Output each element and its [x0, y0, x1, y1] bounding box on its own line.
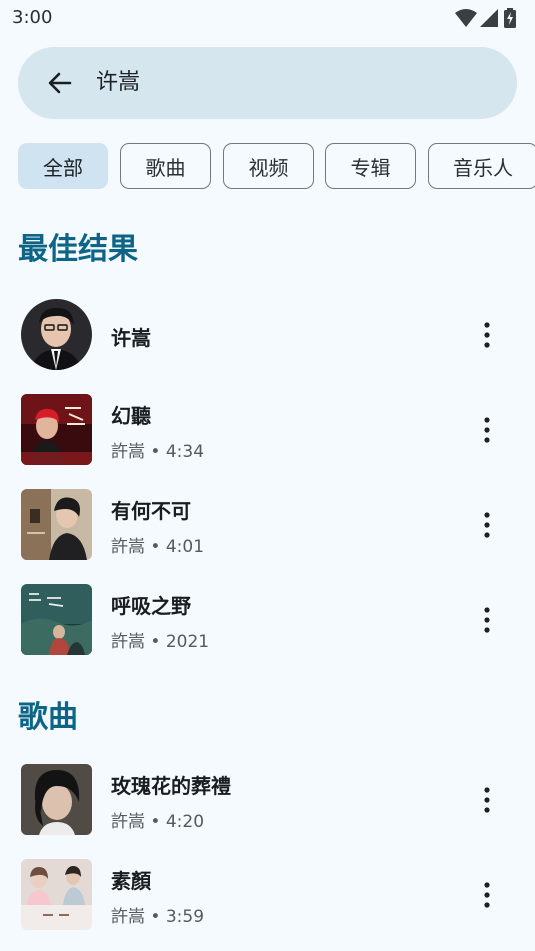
more-vertical-icon[interactable]	[482, 321, 492, 349]
status-time: 3:00	[12, 7, 53, 28]
more-vertical-icon[interactable]	[482, 881, 492, 909]
section-title-best: 最佳结果	[18, 232, 138, 267]
signal-icon	[480, 9, 498, 27]
album-art	[21, 394, 92, 465]
list-item-song[interactable]: 素顏 許嵩 • 3:59	[0, 857, 535, 933]
section-title-songs: 歌曲	[18, 700, 78, 735]
chip-songs[interactable]: 歌曲	[120, 143, 211, 189]
list-item-title: 许嵩	[111, 326, 151, 350]
list-item-title: 玫瑰花的葬禮	[111, 774, 231, 798]
list-item-title: 有何不可	[111, 499, 191, 523]
list-item-subtitle: 許嵩 • 3:59	[111, 907, 205, 927]
list-item-title: 呼吸之野	[111, 594, 191, 618]
list-item-song[interactable]: 玫瑰花的葬禮 許嵩 • 4:20	[0, 762, 535, 838]
list-item-artist[interactable]: 许嵩	[0, 297, 535, 373]
list-item-album[interactable]: 呼吸之野 許嵩 • 2021	[0, 582, 535, 658]
list-item-title: 素顏	[111, 869, 151, 893]
list-item-title: 幻聽	[111, 404, 151, 428]
list-item-subtitle: 許嵩 • 4:20	[111, 812, 205, 832]
more-vertical-icon[interactable]	[482, 786, 492, 814]
status-bar: 3:00	[0, 0, 535, 36]
filter-chips: 全部 歌曲 视频 专辑 音乐人	[18, 143, 535, 191]
arrow-left-icon[interactable]	[46, 69, 74, 97]
album-art	[21, 489, 92, 560]
list-item-song[interactable]: 幻聽 許嵩 • 4:34	[0, 392, 535, 468]
list-item-subtitle: 許嵩 • 4:34	[111, 442, 205, 462]
more-vertical-icon[interactable]	[482, 511, 492, 539]
album-art	[21, 859, 92, 930]
more-vertical-icon[interactable]	[482, 416, 492, 444]
search-bar[interactable]: 许嵩	[18, 47, 517, 119]
wifi-icon	[455, 9, 477, 27]
album-art	[21, 584, 92, 655]
more-vertical-icon[interactable]	[482, 606, 492, 634]
list-item-song[interactable]: 有何不可 許嵩 • 4:01	[0, 487, 535, 563]
chip-videos[interactable]: 视频	[223, 143, 314, 189]
list-item-subtitle: 許嵩 • 4:01	[111, 537, 205, 557]
chip-albums[interactable]: 专辑	[325, 143, 416, 189]
artist-avatar	[21, 299, 92, 370]
album-art	[21, 764, 92, 835]
chip-artists[interactable]: 音乐人	[428, 143, 535, 189]
list-item-subtitle: 許嵩 • 2021	[111, 632, 210, 652]
chip-all[interactable]: 全部	[18, 143, 108, 189]
search-query[interactable]: 许嵩	[96, 69, 140, 97]
battery-charging-icon	[504, 8, 516, 28]
